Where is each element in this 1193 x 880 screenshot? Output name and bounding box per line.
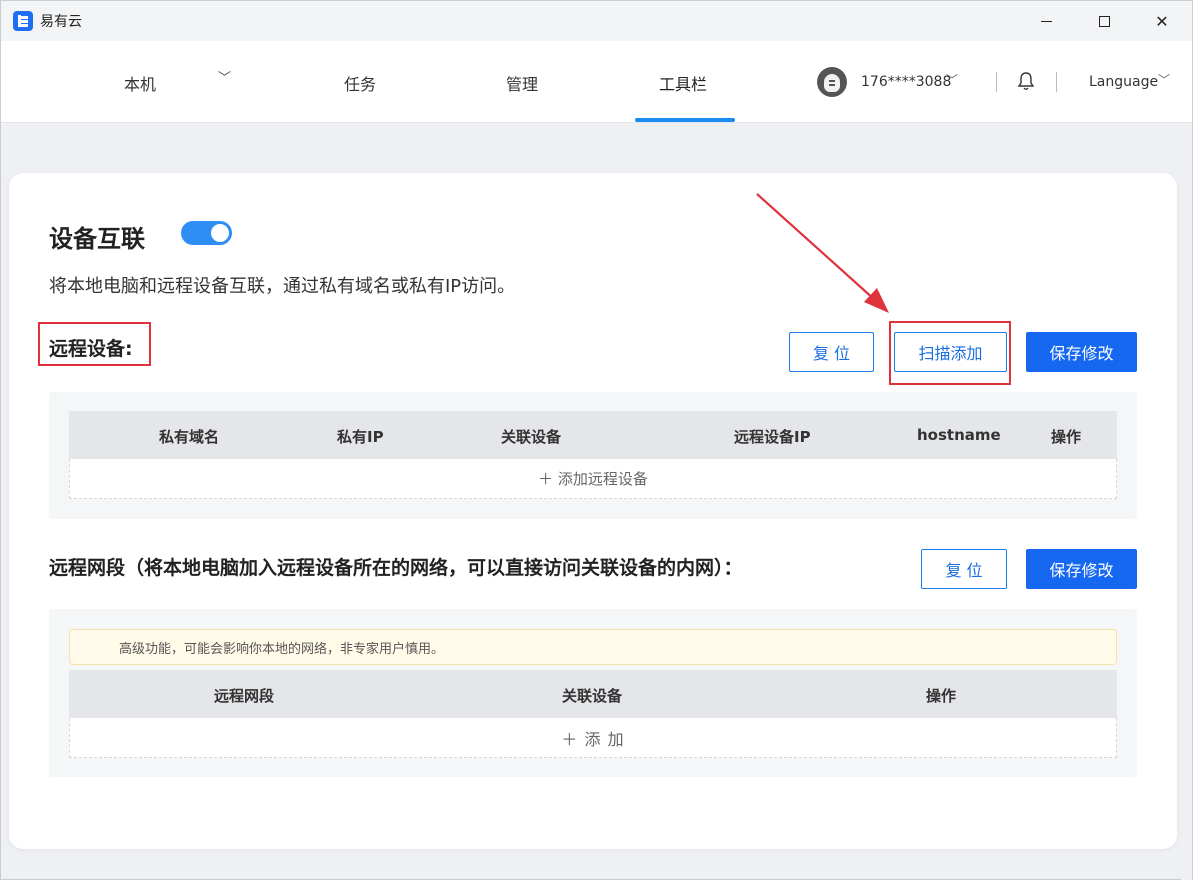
reset-button[interactable]: 复 位 (921, 549, 1007, 589)
save-button[interactable]: 保存修改 (1026, 332, 1137, 372)
add-remote-device-button[interactable]: ＋ 添加远程设备 (69, 459, 1117, 499)
column-header: hostname (917, 426, 1001, 444)
bell-icon[interactable] (1017, 71, 1035, 91)
save-button[interactable]: 保存修改 (1026, 549, 1137, 589)
remote-devices-table-panel: 私有域名 私有IP 关联设备 远程设备IP hostname 操作 ＋ 添加远程… (49, 392, 1137, 519)
active-tab-indicator (635, 118, 735, 122)
language-selector[interactable]: Language (1089, 74, 1158, 90)
chevron-down-icon[interactable]: ﹀ (1158, 71, 1170, 88)
warning-banner: 高级功能，可能会影响你本地的网络，非专家用户慎用。 (69, 629, 1117, 665)
column-header: 操作 (1051, 428, 1082, 446)
device-interconnect-card: 设备互联 将本地电脑和远程设备互联，通过私有域名或私有IP访问。 远程设备: 复… (9, 173, 1177, 849)
column-header: 私有IP (337, 428, 384, 446)
nav-tasks[interactable]: 任务 (344, 71, 376, 95)
nav-manage[interactable]: 管理 (506, 71, 538, 95)
section-description: 将本地电脑和远程设备互联，通过私有域名或私有IP访问。 (49, 276, 516, 297)
column-header: 远程设备IP (734, 428, 811, 446)
remote-devices-title: 远程设备: (49, 338, 133, 360)
column-header: 关联设备 (562, 687, 623, 705)
add-segment-button[interactable]: ＋ 添 加 (69, 718, 1117, 758)
table-header: 私有域名 私有IP 关联设备 远程设备IP hostname 操作 (69, 411, 1117, 459)
app-title: 易有云 (40, 14, 82, 30)
nav-local[interactable]: 本机 (124, 71, 156, 95)
maximize-button[interactable] (1075, 1, 1133, 41)
table-header: 远程网段 关联设备 操作 (69, 670, 1117, 718)
app-window: 易有云 ✕ 本机 ﹀ 任务 管理 工具栏 176****3088 ﹀ Langu… (0, 0, 1193, 880)
reset-button[interactable]: 复 位 (789, 332, 874, 372)
page-title: 设备互联 (49, 225, 145, 253)
maximize-icon (1098, 15, 1110, 27)
close-icon: ✕ (1155, 11, 1169, 31)
app-logo-icon (13, 11, 33, 31)
column-header: 私有域名 (159, 428, 220, 446)
chevron-down-icon[interactable]: ﹀ (218, 67, 231, 86)
divider (1056, 72, 1057, 92)
column-header: 关联设备 (501, 428, 562, 446)
avatar[interactable] (817, 67, 847, 97)
interconnect-toggle[interactable] (181, 221, 232, 245)
divider (996, 72, 997, 92)
minimize-icon (1040, 20, 1052, 22)
minimize-button[interactable] (1017, 1, 1075, 41)
top-navigation: 本机 ﹀ 任务 管理 工具栏 176****3088 ﹀ Language ﹀ (1, 41, 1192, 123)
column-header: 远程网段 (214, 687, 275, 705)
column-header: 操作 (926, 687, 957, 705)
user-phone[interactable]: 176****3088 (861, 74, 951, 90)
chevron-down-icon[interactable]: ﹀ (946, 71, 958, 88)
scan-add-button[interactable]: 扫描添加 (894, 332, 1007, 372)
remote-segments-table-panel: 高级功能，可能会影响你本地的网络，非专家用户慎用。 远程网段 关联设备 操作 ＋… (49, 609, 1137, 777)
title-bar: 易有云 ✕ (1, 1, 1192, 41)
nav-tools[interactable]: 工具栏 (659, 71, 707, 95)
scrollbar-track[interactable] (1181, 123, 1192, 880)
remote-segments-title: 远程网段（将本地电脑加入远程设备所在的网络，可以直接访问关联设备的内网）： (49, 557, 743, 579)
close-button[interactable]: ✕ (1133, 1, 1191, 41)
